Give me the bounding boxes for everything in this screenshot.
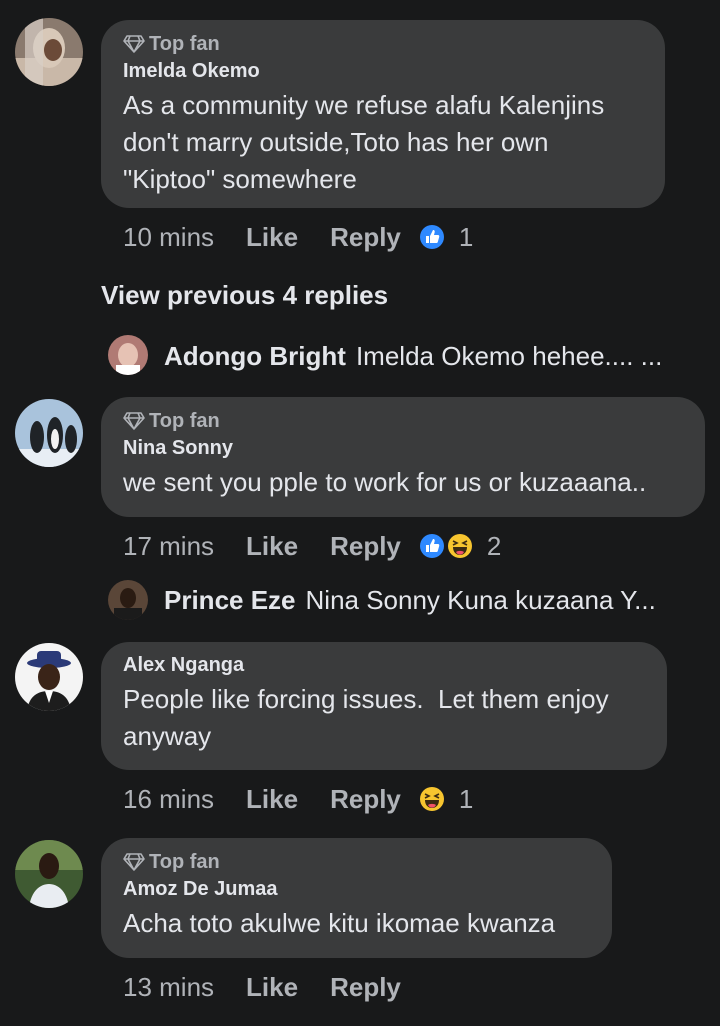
comment-actions: 13 mins Like Reply — [123, 969, 433, 1005]
like-button[interactable]: Like — [246, 972, 298, 1003]
reply-text: Nina Sonny Kuna kuzaana Y... — [305, 585, 656, 615]
avatar-adongo-bright[interactable] — [108, 335, 148, 375]
comment-bubble-nina-sonny: Top fan Nina Sonny we sent you pple to w… — [101, 397, 705, 517]
avatar-nina-sonny[interactable] — [15, 399, 83, 467]
top-fan-badge: Top fan — [123, 850, 590, 874]
reply-button[interactable]: Reply — [330, 222, 401, 253]
comment-bubble-imelda-okemo: Top fan Imelda Okemo As a community we r… — [101, 20, 665, 208]
comments-page: Top fan Imelda Okemo As a community we r… — [0, 0, 720, 1026]
reply-text: Imelda Okemo hehee.... ... — [355, 341, 663, 371]
avatar-imelda-okemo[interactable] — [15, 18, 83, 86]
view-previous-replies-link[interactable]: View previous 4 replies — [101, 280, 388, 311]
reply-preview[interactable]: Adongo Bright Imelda Okemo hehee.... ... — [164, 341, 662, 372]
comment-text: Acha toto akulwe kitu ikomae kwanza — [123, 908, 556, 938]
like-button[interactable]: Like — [246, 531, 298, 562]
reaction-count: 2 — [486, 530, 502, 561]
reaction-summary[interactable]: 2 — [419, 531, 501, 562]
comment-actions: 10 mins Like Reply 1 — [123, 219, 473, 255]
comment-bubble-amoz-de-jumaa: Top fan Amoz De Jumaa Acha toto akulwe k… — [101, 838, 612, 958]
comment-author[interactable]: Nina Sonny — [123, 437, 683, 460]
like-button[interactable]: Like — [246, 222, 298, 253]
comment-text: we sent you pple to work for us or kuzaa… — [123, 467, 647, 497]
reply-preview[interactable]: Prince Eze Nina Sonny Kuna kuzaana Y... — [164, 585, 656, 616]
comment-time[interactable]: 10 mins — [123, 222, 214, 253]
diamond-icon — [123, 35, 145, 53]
reaction-summary[interactable]: 1 — [419, 222, 473, 253]
comment-time[interactable]: 17 mins — [123, 531, 214, 562]
comment-text: As a community we refuse alafu Kalenjins… — [123, 90, 612, 194]
comment-author[interactable]: Alex Nganga — [123, 654, 645, 677]
like-reaction-icon — [419, 225, 444, 249]
reply-button[interactable]: Reply — [330, 784, 401, 815]
comment-author[interactable]: Amoz De Jumaa — [123, 878, 590, 901]
haha-reaction-icon — [447, 534, 472, 558]
avatar-alex-nganga[interactable] — [15, 643, 83, 711]
like-button[interactable]: Like — [246, 784, 298, 815]
top-fan-badge: Top fan — [123, 32, 643, 56]
avatar-prince-eze[interactable] — [108, 580, 148, 620]
comment-bubble-alex-nganga: Alex Nganga People like forcing issues. … — [101, 642, 667, 770]
haha-reaction-icon — [419, 787, 444, 811]
reply-button[interactable]: Reply — [330, 531, 401, 562]
comment-author[interactable]: Imelda Okemo — [123, 60, 643, 83]
comment-time[interactable]: 13 mins — [123, 972, 214, 1003]
reply-author[interactable]: Adongo Bright — [164, 341, 346, 372]
comment-actions: 16 mins Like Reply 1 — [123, 781, 473, 817]
reaction-count: 1 — [458, 221, 474, 252]
like-reaction-icon — [419, 534, 444, 558]
reaction-count: 1 — [458, 783, 474, 814]
comment-actions: 17 mins Like Reply 2 — [123, 528, 501, 564]
top-fan-badge: Top fan — [123, 409, 683, 433]
avatar-amoz-de-jumaa[interactable] — [15, 840, 83, 908]
comment-text: People like forcing issues. Let them enj… — [123, 684, 616, 751]
diamond-icon — [123, 412, 145, 430]
reaction-summary[interactable]: 1 — [419, 784, 473, 815]
reply-author[interactable]: Prince Eze — [164, 585, 296, 616]
reply-button[interactable]: Reply — [330, 972, 401, 1003]
comment-time[interactable]: 16 mins — [123, 784, 214, 815]
diamond-icon — [123, 853, 145, 871]
